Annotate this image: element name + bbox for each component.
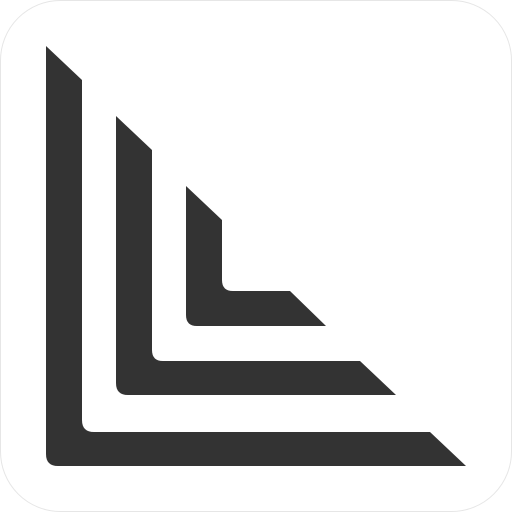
app-icon — [0, 0, 512, 512]
nested-corner-brackets-logo-icon — [0, 0, 512, 512]
